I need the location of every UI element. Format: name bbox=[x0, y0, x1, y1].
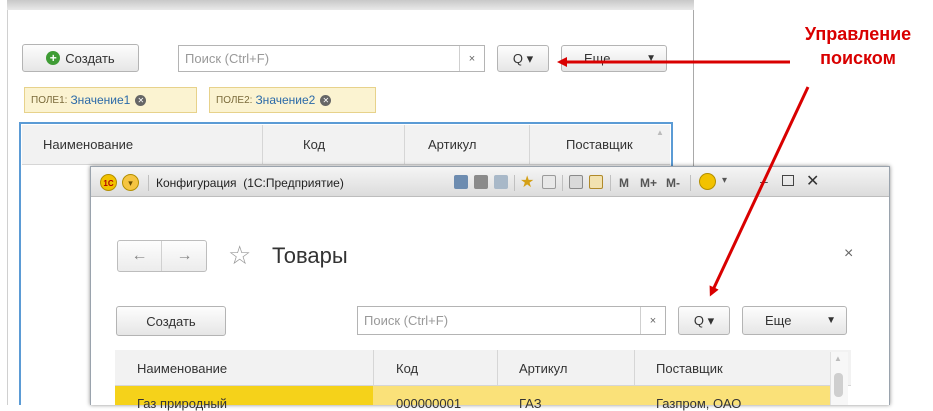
annotation-line-2: поиском bbox=[820, 48, 896, 68]
annotation-line-1: Управление bbox=[804, 24, 912, 44]
annotation-arrow-to-front-search bbox=[709, 86, 810, 297]
annotation-label: Управление поиском bbox=[785, 22, 931, 70]
